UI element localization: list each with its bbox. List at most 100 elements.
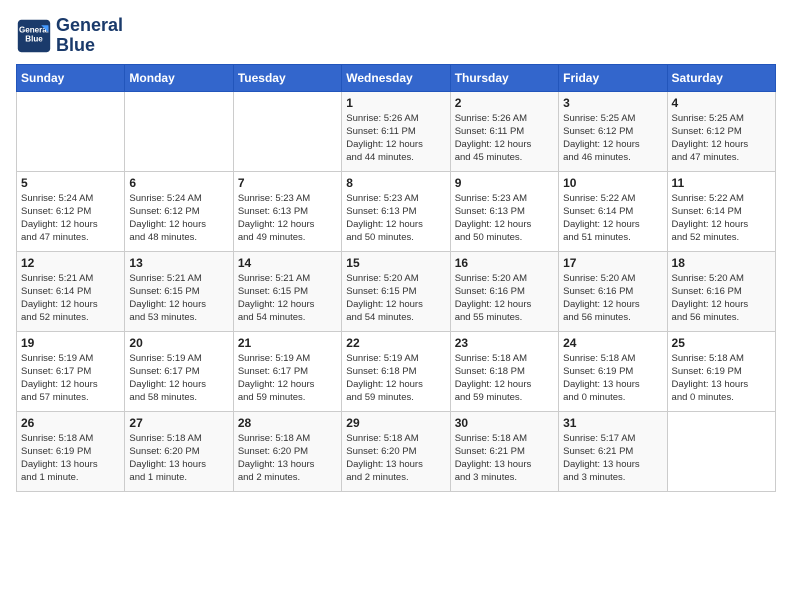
day-detail: Sunrise: 5:23 AM Sunset: 6:13 PM Dayligh… [346, 192, 445, 245]
calendar-cell: 17 Sunrise: 5:20 AM Sunset: 6:16 PM Dayli… [559, 251, 667, 331]
day-number: 1 [346, 96, 445, 110]
day-detail: Sunrise: 5:20 AM Sunset: 6:16 PM Dayligh… [563, 272, 662, 325]
day-detail: Sunrise: 5:26 AM Sunset: 6:11 PM Dayligh… [346, 112, 445, 165]
logo-text: General Blue [56, 16, 123, 56]
calendar-cell: 10 Sunrise: 5:22 AM Sunset: 6:14 PM Dayli… [559, 171, 667, 251]
day-number: 27 [129, 416, 228, 430]
day-number: 12 [21, 256, 120, 270]
day-number: 6 [129, 176, 228, 190]
day-number: 15 [346, 256, 445, 270]
day-detail: Sunrise: 5:19 AM Sunset: 6:17 PM Dayligh… [238, 352, 337, 405]
day-number: 19 [21, 336, 120, 350]
weekday-header: Friday [559, 64, 667, 91]
day-number: 30 [455, 416, 554, 430]
day-number: 16 [455, 256, 554, 270]
day-detail: Sunrise: 5:19 AM Sunset: 6:17 PM Dayligh… [21, 352, 120, 405]
calendar-cell: 20Sunrise: 5:19 AM Sunset: 6:17 PM Dayli… [125, 331, 233, 411]
day-number: 10 [563, 176, 662, 190]
calendar-cell: 23 Sunrise: 5:18 AM Sunset: 6:18 PM Dayli… [450, 331, 558, 411]
day-detail: Sunrise: 5:26 AM Sunset: 6:11 PM Dayligh… [455, 112, 554, 165]
day-number: 31 [563, 416, 662, 430]
day-detail: Sunrise: 5:24 AM Sunset: 6:12 PM Dayligh… [129, 192, 228, 245]
day-number: 21 [238, 336, 337, 350]
calendar-cell: 25 Sunrise: 5:18 AM Sunset: 6:19 PM Dayli… [667, 331, 775, 411]
day-number: 28 [238, 416, 337, 430]
calendar-cell: 31Sunrise: 5:17 AM Sunset: 6:21 PM Dayli… [559, 411, 667, 491]
calendar-cell: 9 Sunrise: 5:23 AM Sunset: 6:13 PM Daylig… [450, 171, 558, 251]
calendar-cell: 19 Sunrise: 5:19 AM Sunset: 6:17 PM Dayli… [17, 331, 125, 411]
day-number: 17 [563, 256, 662, 270]
day-number: 8 [346, 176, 445, 190]
calendar-cell: 8 Sunrise: 5:23 AM Sunset: 6:13 PM Daylig… [342, 171, 450, 251]
day-number: 4 [672, 96, 771, 110]
day-number: 23 [455, 336, 554, 350]
calendar-cell [17, 91, 125, 171]
day-detail: Sunrise: 5:20 AM Sunset: 6:16 PM Dayligh… [455, 272, 554, 325]
calendar-cell: 12 Sunrise: 5:21 AM Sunset: 6:14 PM Dayli… [17, 251, 125, 331]
weekday-header: Saturday [667, 64, 775, 91]
weekday-header: Thursday [450, 64, 558, 91]
day-detail: Sunrise: 5:23 AM Sunset: 6:13 PM Dayligh… [238, 192, 337, 245]
calendar-cell: 6 Sunrise: 5:24 AM Sunset: 6:12 PM Daylig… [125, 171, 233, 251]
day-number: 18 [672, 256, 771, 270]
calendar-cell: 15 Sunrise: 5:20 AM Sunset: 6:15 PM Dayli… [342, 251, 450, 331]
day-number: 2 [455, 96, 554, 110]
day-detail: Sunrise: 5:21 AM Sunset: 6:15 PM Dayligh… [129, 272, 228, 325]
calendar-cell: 11Sunrise: 5:22 AM Sunset: 6:14 PM Dayli… [667, 171, 775, 251]
calendar-cell [233, 91, 341, 171]
calendar-cell [667, 411, 775, 491]
calendar-week-row: 5 Sunrise: 5:24 AM Sunset: 6:12 PM Daylig… [17, 171, 776, 251]
calendar-cell: 22 Sunrise: 5:19 AM Sunset: 6:18 PM Dayli… [342, 331, 450, 411]
day-detail: Sunrise: 5:19 AM Sunset: 6:18 PM Dayligh… [346, 352, 445, 405]
calendar-cell: 16 Sunrise: 5:20 AM Sunset: 6:16 PM Dayli… [450, 251, 558, 331]
day-number: 29 [346, 416, 445, 430]
calendar-week-row: 19 Sunrise: 5:19 AM Sunset: 6:17 PM Dayli… [17, 331, 776, 411]
page-header: General Blue General Blue [16, 16, 776, 56]
weekday-header: Sunday [17, 64, 125, 91]
calendar-cell: 3Sunrise: 5:25 AM Sunset: 6:12 PM Daylig… [559, 91, 667, 171]
calendar-cell: 2 Sunrise: 5:26 AM Sunset: 6:11 PM Daylig… [450, 91, 558, 171]
weekday-header: Tuesday [233, 64, 341, 91]
day-number: 9 [455, 176, 554, 190]
day-number: 26 [21, 416, 120, 430]
day-detail: Sunrise: 5:24 AM Sunset: 6:12 PM Dayligh… [21, 192, 120, 245]
day-number: 24 [563, 336, 662, 350]
day-detail: Sunrise: 5:18 AM Sunset: 6:19 PM Dayligh… [563, 352, 662, 405]
day-detail: Sunrise: 5:21 AM Sunset: 6:14 PM Dayligh… [21, 272, 120, 325]
day-detail: Sunrise: 5:18 AM Sunset: 6:20 PM Dayligh… [238, 432, 337, 485]
day-detail: Sunrise: 5:18 AM Sunset: 6:19 PM Dayligh… [672, 352, 771, 405]
day-detail: Sunrise: 5:23 AM Sunset: 6:13 PM Dayligh… [455, 192, 554, 245]
day-detail: Sunrise: 5:18 AM Sunset: 6:18 PM Dayligh… [455, 352, 554, 405]
weekday-header: Monday [125, 64, 233, 91]
logo-icon: General Blue [16, 18, 52, 54]
day-detail: Sunrise: 5:20 AM Sunset: 6:15 PM Dayligh… [346, 272, 445, 325]
calendar-cell: 13 Sunrise: 5:21 AM Sunset: 6:15 PM Dayli… [125, 251, 233, 331]
day-number: 11 [672, 176, 771, 190]
day-detail: Sunrise: 5:25 AM Sunset: 6:12 PM Dayligh… [672, 112, 771, 165]
day-detail: Sunrise: 5:18 AM Sunset: 6:20 PM Dayligh… [129, 432, 228, 485]
calendar-table: SundayMondayTuesdayWednesdayThursdayFrid… [16, 64, 776, 492]
day-detail: Sunrise: 5:18 AM Sunset: 6:21 PM Dayligh… [455, 432, 554, 485]
calendar-cell: 26 Sunrise: 5:18 AM Sunset: 6:19 PM Dayli… [17, 411, 125, 491]
day-number: 3 [563, 96, 662, 110]
day-number: 7 [238, 176, 337, 190]
day-detail: Sunrise: 5:18 AM Sunset: 6:19 PM Dayligh… [21, 432, 120, 485]
calendar-cell: 28 Sunrise: 5:18 AM Sunset: 6:20 PM Dayli… [233, 411, 341, 491]
calendar-week-row: 1 Sunrise: 5:26 AM Sunset: 6:11 PM Daylig… [17, 91, 776, 171]
day-detail: Sunrise: 5:18 AM Sunset: 6:20 PM Dayligh… [346, 432, 445, 485]
calendar-cell: 27 Sunrise: 5:18 AM Sunset: 6:20 PM Dayli… [125, 411, 233, 491]
day-detail: Sunrise: 5:22 AM Sunset: 6:14 PM Dayligh… [563, 192, 662, 245]
day-number: 25 [672, 336, 771, 350]
day-number: 13 [129, 256, 228, 270]
calendar-cell: 21 Sunrise: 5:19 AM Sunset: 6:17 PM Dayli… [233, 331, 341, 411]
day-detail: Sunrise: 5:19 AM Sunset: 6:17 PM Dayligh… [129, 352, 228, 405]
day-detail: Sunrise: 5:21 AM Sunset: 6:15 PM Dayligh… [238, 272, 337, 325]
calendar-cell: 29 Sunrise: 5:18 AM Sunset: 6:20 PM Dayli… [342, 411, 450, 491]
day-detail: Sunrise: 5:20 AM Sunset: 6:16 PM Dayligh… [672, 272, 771, 325]
calendar-cell: 14 Sunrise: 5:21 AM Sunset: 6:15 PM Dayli… [233, 251, 341, 331]
day-number: 22 [346, 336, 445, 350]
day-number: 5 [21, 176, 120, 190]
calendar-cell: 7 Sunrise: 5:23 AM Sunset: 6:13 PM Daylig… [233, 171, 341, 251]
calendar-cell: 1 Sunrise: 5:26 AM Sunset: 6:11 PM Daylig… [342, 91, 450, 171]
day-number: 14 [238, 256, 337, 270]
